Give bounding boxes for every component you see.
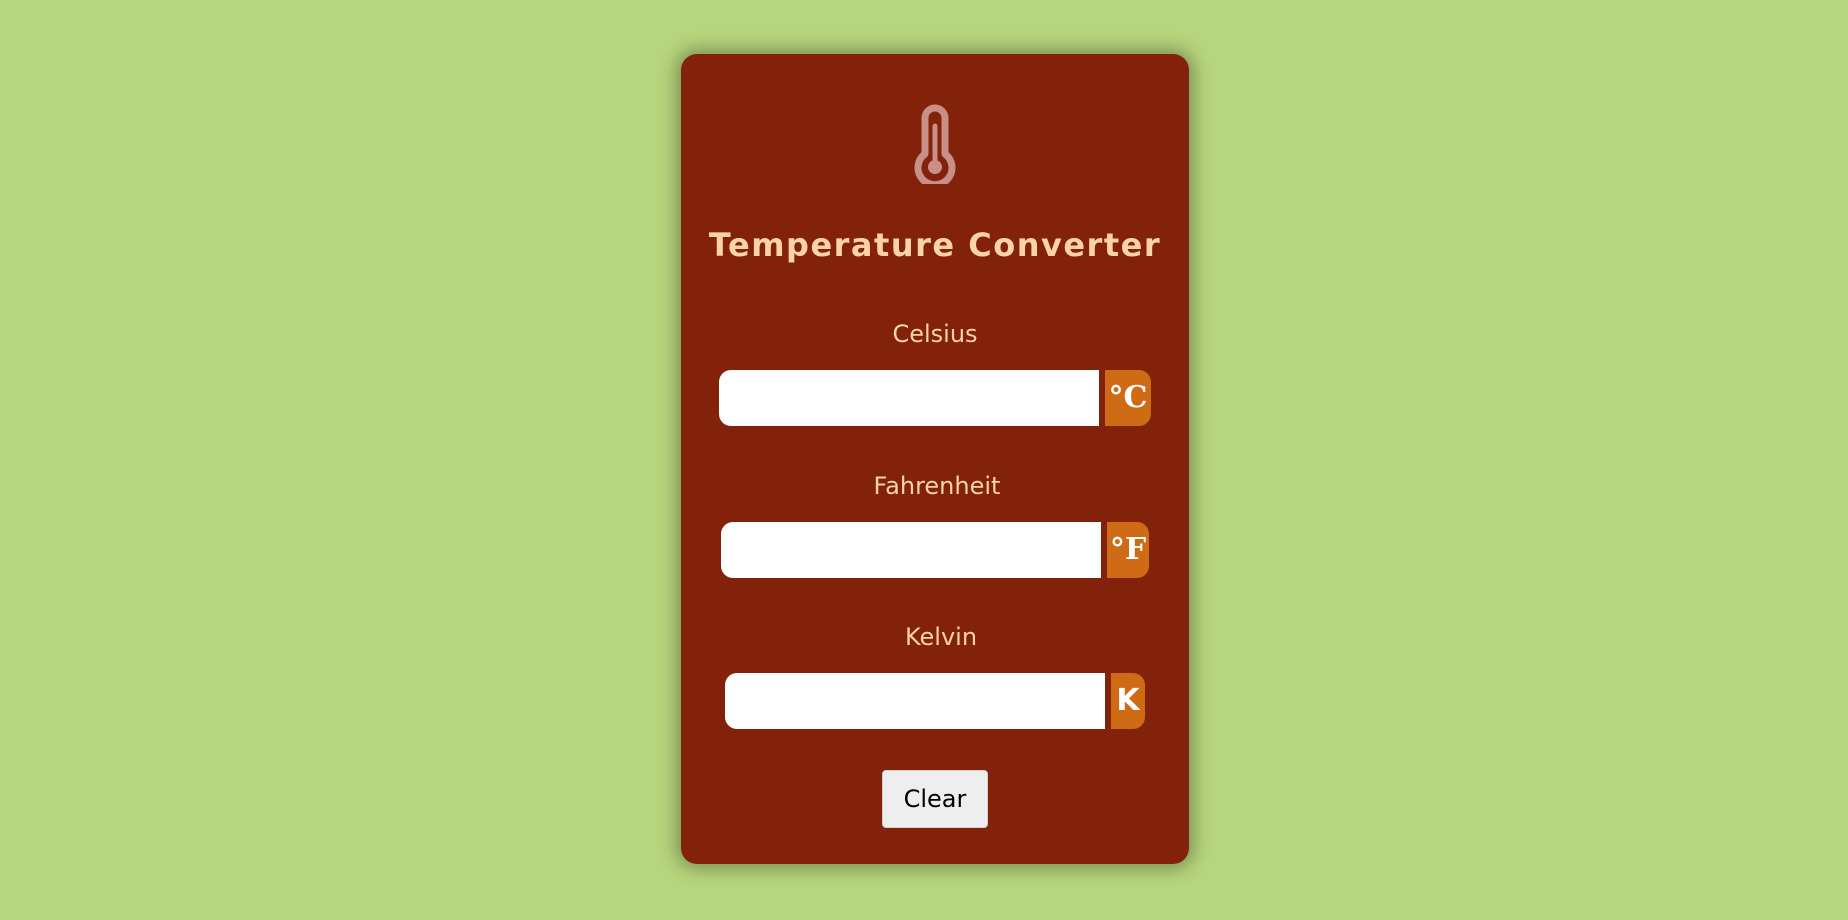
kelvin-input[interactable] <box>725 673 1105 729</box>
fahrenheit-unit-badge: °F <box>1107 522 1149 578</box>
fahrenheit-label: Fahrenheit <box>873 472 1001 500</box>
fahrenheit-input[interactable] <box>721 522 1101 578</box>
app-title: Temperature Converter <box>708 226 1162 264</box>
celsius-input[interactable] <box>719 370 1099 426</box>
kelvin-label: Kelvin <box>904 623 978 651</box>
clear-button[interactable]: Clear <box>882 770 988 828</box>
celsius-field: Celsius °C <box>681 318 1189 428</box>
thermometer-icon <box>914 104 956 184</box>
celsius-label: Celsius <box>892 320 978 348</box>
converter-card: Temperature Converter Celsius °C Fahrenh… <box>681 54 1189 864</box>
kelvin-unit-badge: K <box>1111 673 1145 729</box>
celsius-unit-badge: °C <box>1105 370 1151 426</box>
fahrenheit-field: Fahrenheit °F <box>683 470 1191 580</box>
kelvin-field: Kelvin K <box>687 621 1195 731</box>
